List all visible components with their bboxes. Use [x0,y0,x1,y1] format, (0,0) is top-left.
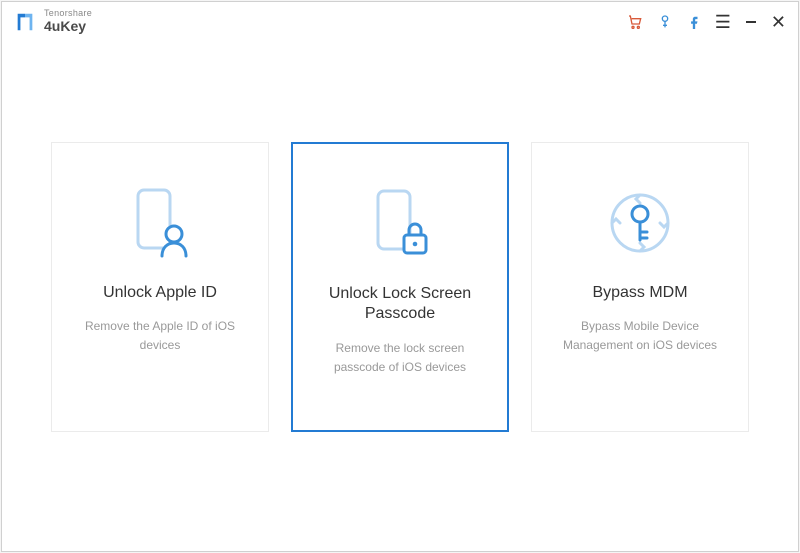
card-desc: Bypass Mobile Device Management on iOS d… [550,317,730,355]
titlebar: Tenorshare 4uKey [2,2,798,42]
key-icon[interactable] [657,14,673,30]
bypass-key-icon [601,177,679,269]
app-window: Tenorshare 4uKey [1,1,799,552]
card-title: Unlock Lock Screen Passcode [311,284,489,326]
cart-icon[interactable] [627,14,643,30]
facebook-icon[interactable] [687,14,701,30]
phone-lock-icon [364,178,436,270]
card-unlock-lock-screen[interactable]: Unlock Lock Screen Passcode Remove the l… [291,142,509,432]
brand-logo-icon [14,11,36,33]
close-icon[interactable]: ✕ [771,12,786,33]
brand-text: Tenorshare 4uKey [44,9,92,34]
card-desc: Remove the Apple ID of iOS devices [70,317,250,355]
menu-icon[interactable]: ☰ [715,12,731,33]
brand: Tenorshare 4uKey [14,9,92,34]
card-bypass-mdm[interactable]: Bypass MDM Bypass Mobile Device Manageme… [531,142,749,432]
main-content: Unlock Apple ID Remove the Apple ID of i… [2,42,798,551]
phone-user-icon [124,177,196,269]
card-desc: Remove the lock screen passcode of iOS d… [311,339,489,377]
minimize-icon[interactable] [745,16,757,28]
card-title: Bypass MDM [592,283,687,304]
window-controls: ☰ ✕ [627,12,786,33]
card-unlock-apple-id[interactable]: Unlock Apple ID Remove the Apple ID of i… [51,142,269,432]
brand-product: 4uKey [44,19,92,34]
card-title: Unlock Apple ID [103,283,217,304]
